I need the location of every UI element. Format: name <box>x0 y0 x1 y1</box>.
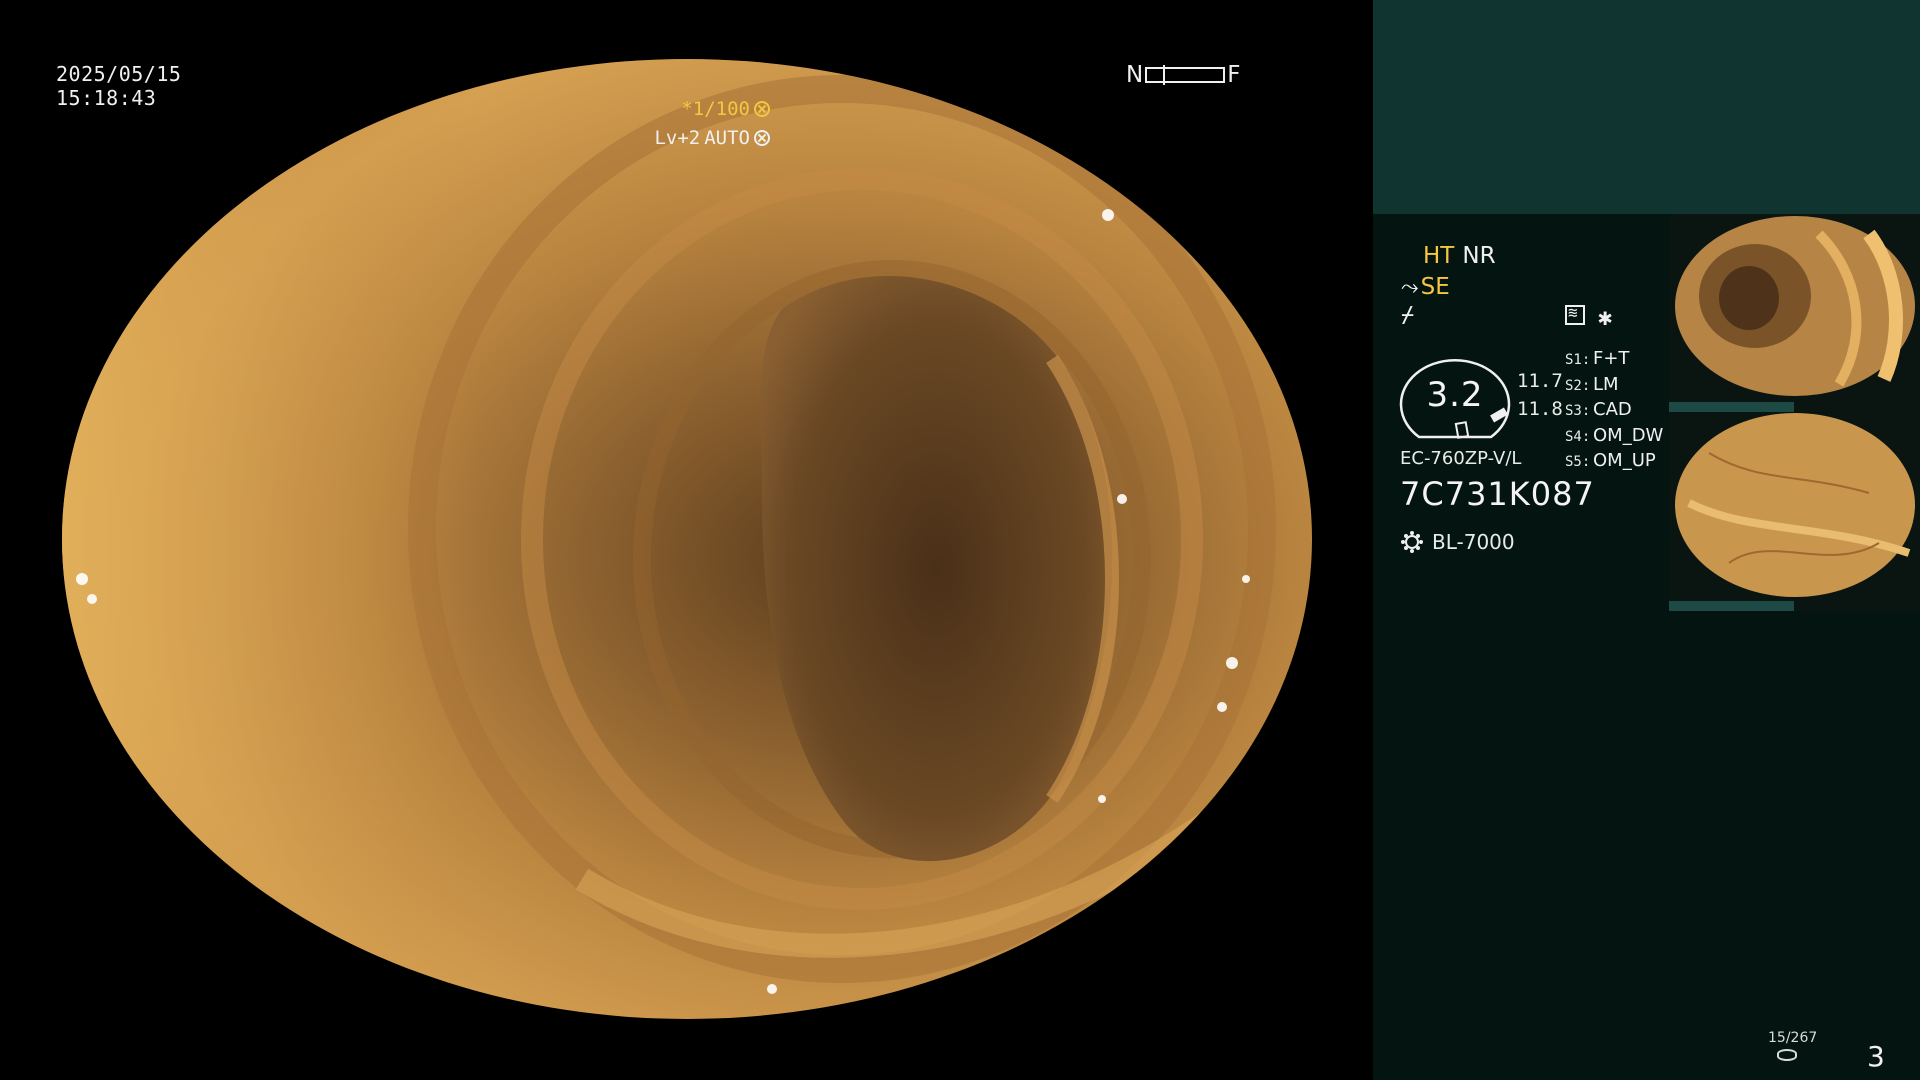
page-number: 3 <box>1867 1040 1885 1073</box>
storage-icon <box>1777 1049 1797 1061</box>
zoom-arrow-icon: ⤳ <box>1401 274 1419 300</box>
thumbnail-bar <box>1669 601 1794 611</box>
switch-key: S1: <box>1565 352 1591 368</box>
switch-value: F+T <box>1593 348 1630 369</box>
dial-icon <box>754 101 770 117</box>
frame-counter: 15/267 <box>1768 1030 1818 1046</box>
switch-value: LM <box>1593 373 1619 395</box>
switch-key: S2: <box>1565 377 1591 394</box>
brightness-level: Lv+2 AUTO <box>654 127 770 149</box>
info-panel: HT NR ⤳ SE ⌿ ✱ 3.2 11.7 11.8 S1: F+T S2: … <box>1373 0 1920 1080</box>
switch-key: S4: <box>1565 428 1591 445</box>
metric-value-2: 11.8 <box>1517 398 1563 420</box>
switch-row: S3: CAD <box>1565 399 1663 425</box>
switch-assignments: S1: F+T S2: LM S3: CAD S4: OM_DW S5: OM_… <box>1565 348 1663 476</box>
time-label: 15:18:43 <box>56 86 157 110</box>
captured-thumbnail[interactable] <box>1669 413 1920 611</box>
switch-row: S4: OM_DW <box>1565 425 1663 451</box>
shutter-speed-label: *1/100 <box>681 98 750 120</box>
switch-value: OM_DW <box>1593 424 1664 446</box>
date-label: 2025/05/15 <box>56 62 182 86</box>
near-far-indicator: N F <box>1126 62 1240 88</box>
level-label: Lv+2 <box>654 127 701 149</box>
endoscopic-image <box>62 59 1312 1019</box>
switch-value: OM_UP <box>1593 450 1656 471</box>
scope-serial: 7C731K087 <box>1400 475 1595 513</box>
structure-enhancement: ⤳ SE <box>1401 274 1450 300</box>
focus-bar <box>1145 65 1226 85</box>
sun-icon <box>1405 535 1419 549</box>
mode-label: AUTO <box>704 127 750 149</box>
switch-row: S2: LM <box>1565 374 1663 400</box>
endoscope-view: 2025/05/15 15:18:43 N F *1/100 Lv+2 AUTO <box>0 0 1373 1080</box>
near-label: N <box>1126 62 1144 88</box>
waveform-icon <box>1565 303 1585 325</box>
timestamp: 2025/05/15 15:18:43 <box>56 62 181 110</box>
shutter-speed: *1/100 <box>681 98 770 120</box>
captured-thumbnail[interactable] <box>1669 214 1920 412</box>
far-label: F <box>1227 62 1241 88</box>
metric-value-1: 11.7 <box>1517 370 1563 392</box>
thumbnail-bar <box>1669 402 1794 412</box>
switch-key: S5: <box>1565 454 1591 470</box>
dial-icon <box>754 130 770 146</box>
gauge-value: 3.2 <box>1426 375 1484 415</box>
se-label: SE <box>1420 274 1450 300</box>
enhancement-status: HT NR <box>1423 243 1496 269</box>
switch-key: S3: <box>1565 403 1591 419</box>
nr-label: NR <box>1462 243 1496 269</box>
focus-bar-marker <box>1163 65 1166 85</box>
info-panel-header <box>1373 0 1920 214</box>
light-source: BL-7000 <box>1400 530 1515 554</box>
switch-row: S5: OM_UP <box>1565 450 1663 476</box>
flash-icon: ⌿ <box>1401 303 1415 328</box>
switch-row: S1: F+T <box>1565 348 1663 374</box>
scope-model: EC-760ZP-V/L <box>1400 448 1522 469</box>
light-source-label: BL-7000 <box>1432 530 1515 554</box>
ht-label: HT <box>1423 243 1455 269</box>
gauge: 3.2 <box>1399 349 1511 441</box>
asterisk-icon: ✱ <box>1598 303 1613 331</box>
switch-value: CAD <box>1593 399 1632 420</box>
